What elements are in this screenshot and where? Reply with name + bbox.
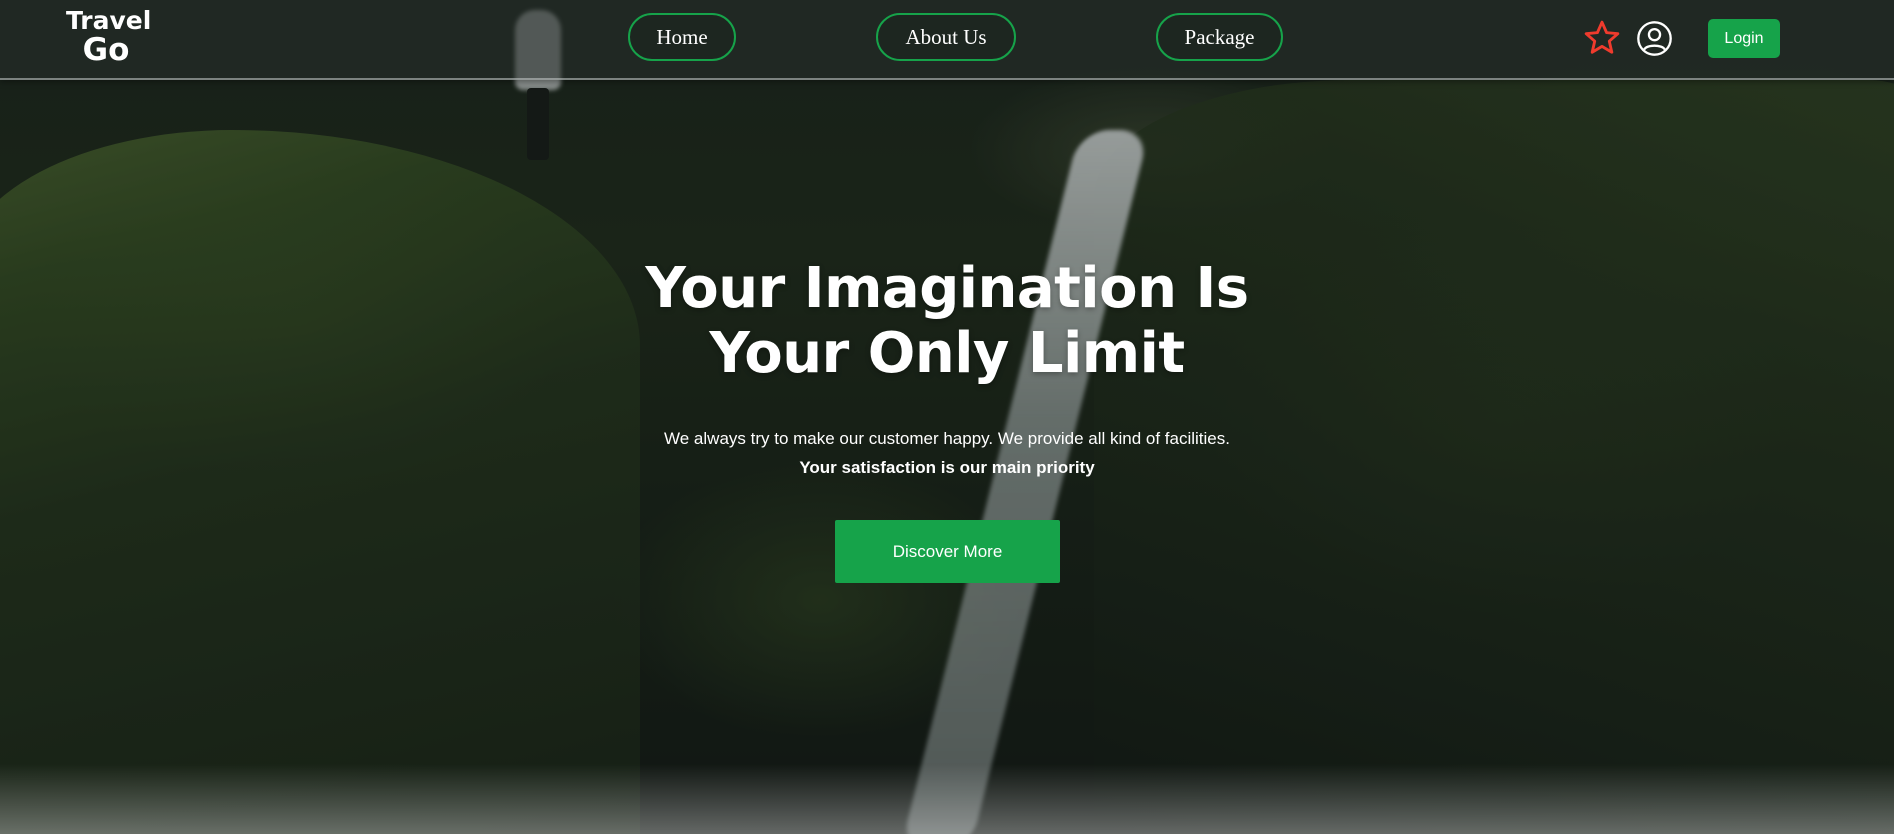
brand-line2: Go [82,32,130,68]
hero-overlay [0,0,1894,834]
nav-about-link[interactable]: About Us [876,13,1016,61]
login-button[interactable]: Login [1708,19,1780,58]
hero-headline: Your Imagination Is Your Only Limit [547,256,1347,386]
hero-tagline: Your satisfaction is our main priority [799,458,1095,477]
nav-package-link[interactable]: Package [1156,13,1283,61]
nav-home-link[interactable]: Home [628,13,736,61]
navbar: Travel Go Home About Us Package Login [0,0,1894,80]
brand-logo[interactable]: Travel Go [66,6,152,68]
bottom-fade [0,764,1894,834]
star-icon[interactable] [1583,19,1621,57]
discover-more-button[interactable]: Discover More [835,520,1060,583]
headline-line2: Your Only Limit [709,321,1185,386]
user-circle-icon[interactable] [1636,20,1673,57]
hero-subtitle: We always try to make our customer happy… [664,429,1230,448]
brand-line1: Travel [66,6,152,35]
hero-background [0,0,1894,834]
headline-line1: Your Imagination Is [645,256,1249,321]
